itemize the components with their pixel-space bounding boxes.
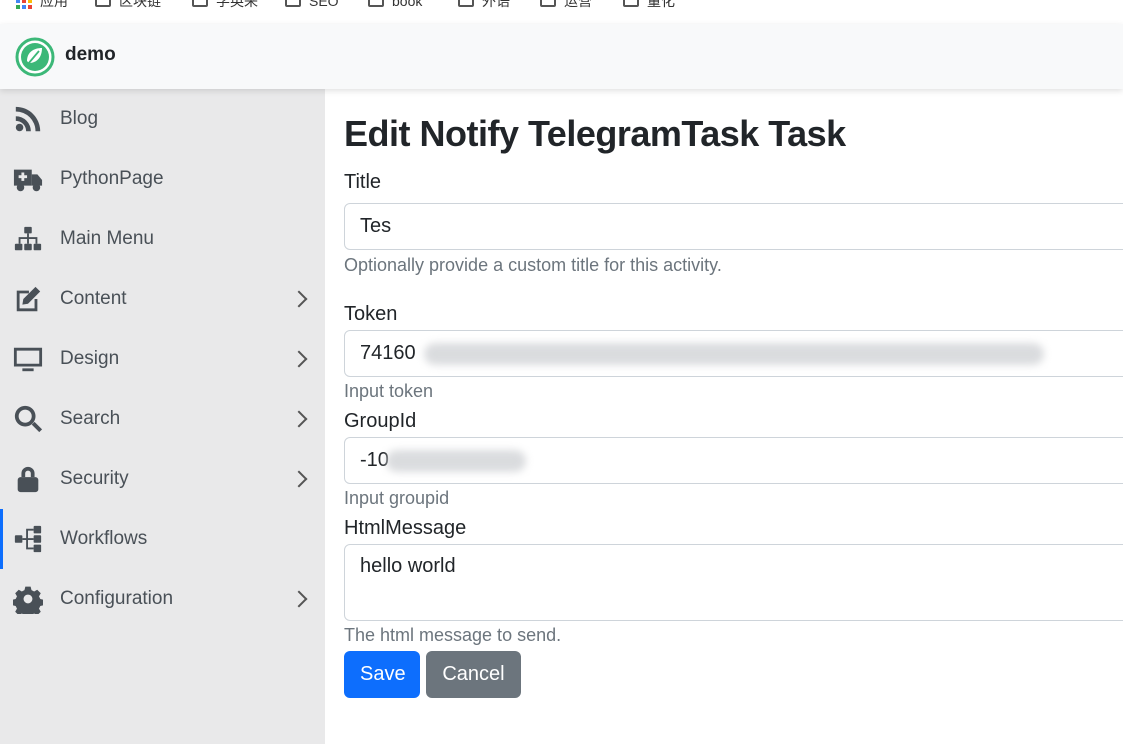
brand-logo[interactable] — [15, 37, 55, 77]
sidebar-item-label: Search — [60, 408, 121, 429]
sidebar-item-blog[interactable]: Blog — [0, 89, 325, 149]
cancel-button[interactable]: Cancel — [426, 651, 521, 698]
sidebar-item-label: Configuration — [60, 588, 174, 609]
bookmark-folder[interactable]: book — [368, 0, 422, 11]
sidebar-item-label: Security — [60, 468, 129, 489]
sidebar-item-label: Workflows — [60, 528, 148, 549]
title-label: Title — [344, 171, 382, 193]
folder-icon — [368, 0, 384, 7]
bookmark-folder[interactable]: 外语 — [458, 0, 510, 11]
chevron-right-icon — [290, 290, 308, 308]
chevron-right-icon — [290, 590, 308, 608]
sidebar-item-main-menu[interactable]: Main Menu — [0, 209, 325, 269]
chevron-right-icon — [290, 410, 308, 428]
gear-icon — [12, 583, 44, 615]
rss-icon — [12, 103, 44, 135]
chevron-right-icon — [290, 470, 308, 488]
sidebar-item-pythonpage[interactable]: PythonPage — [0, 149, 325, 209]
truck-medical-icon — [12, 163, 44, 195]
redaction-blur — [386, 450, 526, 472]
folder-icon — [540, 0, 556, 7]
monitor-icon — [12, 343, 44, 375]
htmlmessage-textarea[interactable]: hello world — [344, 544, 1123, 621]
sidebar-item-configuration[interactable]: Configuration — [0, 569, 325, 629]
htmlmessage-label: HtmlMessage — [344, 517, 467, 539]
chevron-right-icon — [290, 350, 308, 368]
save-button[interactable]: Save — [344, 651, 420, 698]
bookmark-label: 区块链 — [119, 0, 161, 9]
sitemap-icon — [12, 223, 44, 255]
sidebar-item-label: Main Menu — [60, 228, 154, 249]
bookmark-apps[interactable]: 应用 — [16, 0, 68, 11]
sidebar-item-label: Blog — [60, 108, 99, 129]
redaction-blur — [424, 343, 1044, 365]
sidebar-item-security[interactable]: Security — [0, 449, 325, 509]
folder-icon — [623, 0, 639, 7]
bookmark-label: 学英来 — [216, 0, 258, 9]
lock-icon — [12, 463, 44, 495]
top-navbar: demo — [0, 24, 1123, 89]
bookmark-label: 应用 — [40, 0, 68, 9]
title-input[interactable] — [344, 203, 1123, 250]
workflow-icon — [12, 523, 44, 555]
sidebar-item-workflows[interactable]: Workflows — [0, 509, 325, 569]
page-title: Edit Notify TelegramTask Task — [344, 113, 846, 154]
groupid-help-text: Input groupid — [344, 488, 450, 508]
bookmark-label: 外语 — [482, 0, 510, 9]
bookmarks-bar: 应用 区块链 学英来 SEO book 外语 运营 量化 — [0, 0, 1123, 24]
title-help-text: Optionally provide a custom title for th… — [344, 255, 722, 275]
bookmark-label: 运营 — [564, 0, 592, 9]
sidebar-item-label: Design — [60, 348, 120, 369]
sidebar-item-label: PythonPage — [60, 168, 164, 189]
brand-name[interactable]: demo — [65, 44, 116, 66]
search-icon — [12, 403, 44, 435]
sidebar-item-search[interactable]: Search — [0, 389, 325, 449]
htmlmessage-help-text: The html message to send. — [344, 625, 562, 645]
bookmark-label: 量化 — [647, 0, 675, 9]
bookmark-folder[interactable]: 区块链 — [95, 0, 161, 11]
edit-icon — [12, 283, 44, 315]
apps-icon — [16, 0, 32, 9]
sidebar-item-label: Content — [60, 288, 127, 309]
folder-icon — [285, 0, 301, 7]
bookmark-folder[interactable]: 量化 — [623, 0, 675, 11]
bookmark-label: book — [392, 0, 423, 9]
folder-icon — [192, 0, 208, 7]
sidebar-item-content[interactable]: Content — [0, 269, 325, 329]
sidebar: Blog PythonPage Main Menu Content Design… — [0, 89, 325, 744]
token-label: Token — [344, 303, 398, 325]
folder-icon — [458, 0, 474, 7]
bookmark-folder[interactable]: 学英来 — [192, 0, 258, 11]
bookmark-folder[interactable]: SEO — [285, 0, 339, 11]
folder-icon — [95, 0, 111, 7]
leaf-logo-icon — [15, 37, 55, 77]
groupid-label: GroupId — [344, 410, 417, 432]
bookmark-label: SEO — [309, 0, 339, 9]
sidebar-item-design[interactable]: Design — [0, 329, 325, 389]
token-help-text: Input token — [344, 381, 434, 401]
bookmark-folder[interactable]: 运营 — [540, 0, 592, 11]
